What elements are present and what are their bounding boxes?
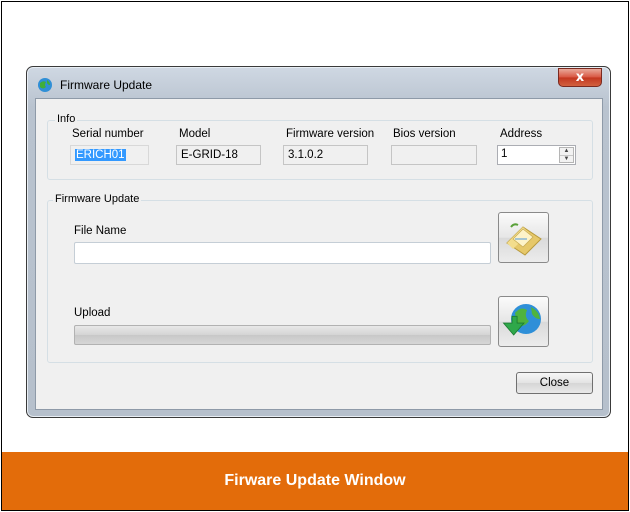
spin-up-icon[interactable]: ▲ — [560, 148, 573, 155]
folder-envelope-icon — [506, 223, 542, 256]
close-button[interactable]: Close — [516, 372, 593, 394]
info-group-title: Info — [55, 113, 78, 125]
caption-text: Firware Update Window — [224, 472, 406, 489]
app-globe-icon — [38, 78, 52, 92]
model-field: E-GRID-18 — [176, 145, 261, 165]
firmware-update-group-title: Firmware Update — [53, 193, 142, 205]
upload-progress-bar — [74, 325, 491, 345]
window-client-area: Info Serial number ERICH01 Model E-GRID-… — [35, 98, 603, 410]
upload-label: Upload — [74, 307, 111, 319]
globe-download-icon — [502, 304, 541, 336]
serial-number-value: ERICH01 — [75, 149, 126, 161]
address-stepper[interactable]: 1 ▲ ▼ — [497, 145, 576, 165]
window-title: Firmware Update — [60, 78, 153, 92]
info-group: Info Serial number ERICH01 Model E-GRID-… — [47, 113, 593, 180]
address-value: 1 — [501, 148, 508, 160]
browse-file-button[interactable] — [498, 212, 549, 263]
address-label: Address — [500, 128, 543, 140]
bios-version-field — [391, 145, 477, 165]
firmware-update-group: Firmware Update File Name Upload — [47, 193, 593, 363]
file-name-label: File Name — [74, 225, 127, 237]
firmware-version-label: Firmware version — [286, 128, 375, 140]
model-label: Model — [179, 128, 211, 140]
serial-number-field[interactable]: ERICH01 — [70, 145, 149, 165]
spin-down-icon[interactable]: ▼ — [560, 155, 573, 162]
window-close-button[interactable]: x — [558, 68, 602, 87]
serial-number-label: Serial number — [72, 128, 144, 140]
upload-button[interactable] — [498, 296, 549, 347]
address-spin-buttons: ▲ ▼ — [559, 147, 574, 163]
firmware-update-window: Firmware Update x Info Serial number ERI… — [26, 66, 611, 418]
bios-version-label: Bios version — [393, 128, 456, 140]
title-bar: Firmware Update x — [27, 67, 610, 97]
caption-banner: Firware Update Window — [2, 452, 628, 510]
file-name-input[interactable] — [74, 242, 491, 264]
firmware-version-field: 3.1.0.2 — [283, 145, 368, 165]
